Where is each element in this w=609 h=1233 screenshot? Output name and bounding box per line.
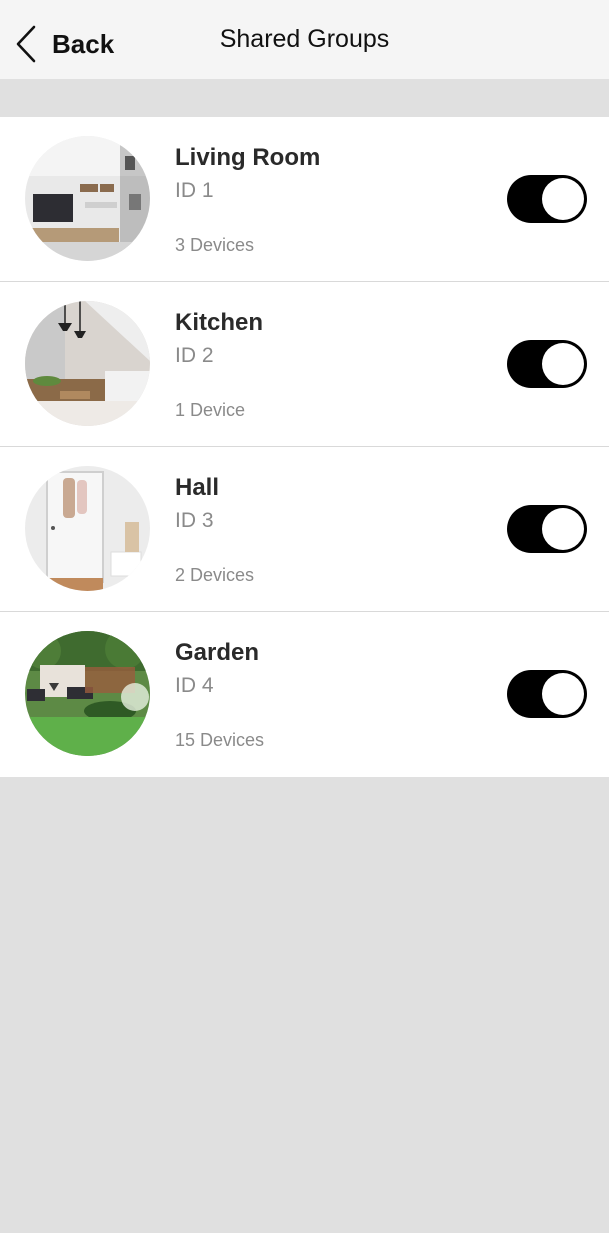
hall-photo [25, 466, 150, 591]
group-row-living-room[interactable]: Living Room ID 1 3 Devices [0, 117, 609, 282]
group-name: Living Room [175, 144, 321, 171]
group-id: ID 4 [175, 674, 214, 697]
device-count: 15 Devices [175, 730, 265, 750]
top-bar: Back Shared Groups [0, 0, 609, 79]
device-count: 1 Device [175, 400, 246, 420]
group-row-hall[interactable]: Hall ID 3 2 Devices [0, 447, 609, 612]
device-count: 3 Devices [175, 235, 255, 255]
group-name: Hall [175, 474, 220, 501]
group-id: ID 2 [175, 344, 214, 367]
living-room-photo [25, 136, 150, 261]
group-row-garden[interactable]: Garden ID 4 15 Devices [0, 612, 609, 777]
group-id: ID 3 [175, 509, 214, 532]
group-list: Living Room ID 1 3 Devices Kitchen ID 2 [0, 117, 609, 777]
share-toggle[interactable] [507, 505, 587, 553]
group-row-kitchen[interactable]: Kitchen ID 2 1 Device [0, 282, 609, 447]
kitchen-photo [25, 301, 150, 426]
toggle-knob [542, 508, 584, 550]
toggle-knob [542, 178, 584, 220]
page-title: Shared Groups [219, 25, 390, 53]
share-toggle[interactable] [507, 670, 587, 718]
garden-photo [25, 631, 150, 756]
group-id: ID 1 [175, 179, 214, 202]
toggle-knob [542, 343, 584, 385]
group-name: Kitchen [175, 309, 264, 336]
share-toggle[interactable] [507, 175, 587, 223]
device-count: 2 Devices [175, 565, 255, 585]
group-name: Garden [175, 639, 260, 666]
toggle-knob [542, 673, 584, 715]
share-toggle[interactable] [507, 340, 587, 388]
